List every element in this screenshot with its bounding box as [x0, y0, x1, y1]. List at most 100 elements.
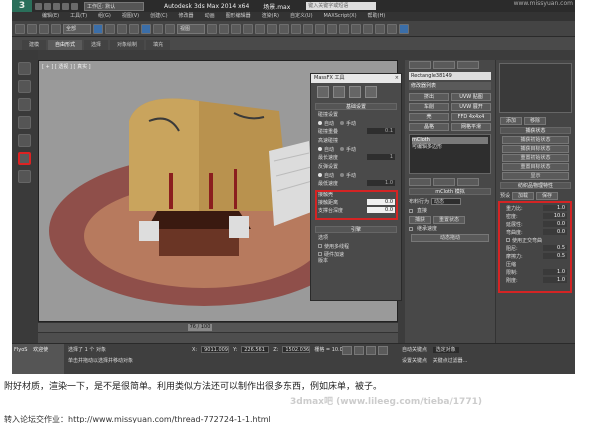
min-speed-spinner[interactable]: 1.0 [367, 180, 395, 186]
auto-key-button[interactable]: 自动关键点 选定对象 [402, 346, 459, 353]
ribbon-tab[interactable]: 选择 [84, 40, 109, 50]
remove-modifier-icon[interactable] [457, 177, 479, 186]
show-end-icon[interactable] [433, 177, 455, 186]
dynamic-drag-button[interactable]: 动态拖动 [411, 234, 489, 242]
menu-item[interactable]: 图形编辑器 [226, 12, 251, 21]
multithread-checkbox[interactable] [318, 244, 322, 248]
tab-display-icon[interactable] [365, 86, 377, 98]
constraint-icon[interactable] [18, 116, 31, 129]
new-file-icon[interactable] [35, 2, 42, 10]
ribbon-tab[interactable]: 对象绘制 [110, 40, 145, 50]
menu-item[interactable]: 修改器 [179, 12, 194, 21]
modifier-button[interactable]: UVW 展开 [451, 103, 491, 111]
capture-button[interactable]: 显示 [502, 172, 569, 180]
stack-item[interactable]: mCloth [412, 137, 488, 144]
auto2-radio[interactable] [318, 147, 322, 151]
redo-icon[interactable] [27, 23, 37, 34]
selection-filter-dropdown[interactable]: 全部 [63, 23, 91, 34]
time-slider[interactable]: 76 / 100 [188, 324, 212, 331]
manual2-radio[interactable] [340, 147, 345, 151]
x-field[interactable]: 9011.009 [201, 346, 230, 353]
manipulate-icon[interactable] [219, 23, 229, 34]
snap-icon[interactable] [231, 23, 241, 34]
maxscript-listener[interactable]: FlyoS 欢迎使 [12, 344, 64, 374]
save-file-icon[interactable] [53, 2, 60, 10]
capture-button[interactable]: 捕获初始状态 [502, 136, 569, 144]
tab-tools-icon[interactable] [349, 86, 361, 98]
unlink-icon[interactable] [51, 23, 61, 34]
capture-button[interactable]: 重置初始状态 [502, 154, 569, 162]
time-slider-bar[interactable]: 76 / 100 [38, 322, 398, 332]
z-field[interactable]: 1502.036 [282, 346, 311, 353]
menu-item[interactable]: 动画 [205, 12, 215, 21]
menu-item[interactable]: 渲染(R) [262, 12, 279, 21]
cloth-behavior-dropdown[interactable]: 动态 [431, 198, 462, 205]
prev-frame-icon[interactable] [354, 346, 364, 355]
menu-item[interactable]: 自定义(U) [290, 12, 313, 21]
open-file-icon[interactable] [44, 2, 51, 10]
auto3-radio[interactable] [318, 173, 322, 177]
stack-item[interactable]: 可编辑多边形 [412, 144, 488, 151]
undo-icon[interactable] [15, 23, 25, 34]
modifier-button[interactable]: 晶格 [409, 123, 449, 131]
menu-item[interactable]: MAXScript(X) [324, 12, 357, 21]
modifier-button[interactable]: 车削 [409, 103, 449, 111]
collision-overlap-spinner[interactable]: 0.1 [367, 128, 395, 134]
max-logo[interactable]: 3 [12, 0, 32, 12]
tab-world-icon[interactable] [317, 86, 329, 98]
physical-section[interactable]: 纺织品物理特性 [500, 182, 571, 189]
workspace-dropdown[interactable]: 工作区: 默认 [84, 1, 144, 11]
object-name-field[interactable]: Rectangle38149 [409, 72, 491, 80]
rect-selection-icon[interactable] [117, 23, 127, 34]
manual3-radio[interactable] [340, 173, 345, 177]
reference-coord-dropdown[interactable]: 视图 [177, 23, 205, 34]
modifier-button[interactable]: 挤出 [409, 93, 449, 101]
cloth-section[interactable]: mCloth 模拟 [409, 188, 491, 195]
set-key-button[interactable]: 设置关键点 [402, 358, 427, 364]
capture-state-button[interactable]: 捕获 [409, 215, 431, 224]
layer-icon[interactable] [315, 23, 325, 34]
curve-editor-icon[interactable] [339, 23, 349, 34]
menu-item[interactable]: 视图(V) [122, 12, 139, 21]
inherit-velocity-checkbox[interactable] [409, 226, 413, 231]
iterations-spinner[interactable]: 1 [367, 154, 395, 160]
add-button[interactable]: 添加 [500, 116, 522, 125]
engine-section[interactable]: 引擎 [315, 226, 397, 233]
window-crossing-icon[interactable] [129, 23, 139, 34]
ribbon-tab[interactable]: 自由形式 [48, 40, 83, 50]
menu-item[interactable]: 工具(T) [70, 12, 87, 21]
reset-state-button[interactable]: 重置状态 [433, 215, 465, 224]
massfx-tools-icon[interactable] [18, 152, 31, 165]
modifier-button[interactable]: 壳 [409, 113, 449, 121]
menu-item[interactable]: 编辑(E) [42, 12, 59, 21]
modifier-button[interactable]: UVW 贴图 [451, 93, 491, 101]
undo-icon[interactable] [62, 2, 69, 10]
modify-tab-icon[interactable] [433, 61, 455, 69]
rotate-icon[interactable] [153, 23, 163, 34]
play-icon[interactable] [366, 346, 376, 355]
scale-icon[interactable] [165, 23, 175, 34]
massfx-world-icon[interactable] [18, 62, 31, 75]
render-frame-icon[interactable] [387, 23, 397, 34]
massfx-title-bar[interactable]: MassFX 工具 × [311, 74, 401, 83]
align-icon[interactable] [303, 23, 313, 34]
capture-section[interactable]: 捕获状态 [500, 127, 571, 134]
ribbon-tab[interactable]: 建模 [22, 40, 47, 50]
menu-item[interactable]: 组(G) [98, 12, 111, 21]
direct-checkbox[interactable] [409, 208, 413, 213]
mirror-icon[interactable] [291, 23, 301, 34]
ribbon-toggle-icon[interactable] [327, 23, 337, 34]
hardware-accel-checkbox[interactable] [318, 252, 322, 256]
modifier-list-dropdown[interactable]: 修改器列表 [409, 82, 491, 90]
redo-icon[interactable] [71, 2, 78, 10]
preset-save-button[interactable]: 保存 [536, 191, 559, 200]
key-filters-button[interactable]: 关键点过滤器... [433, 358, 468, 364]
menu-item[interactable]: 帮助(H) [368, 12, 386, 21]
percent-snap-icon[interactable] [255, 23, 265, 34]
next-frame-icon[interactable] [378, 346, 388, 355]
y-field[interactable]: 226.561 [241, 346, 270, 353]
schematic-icon[interactable] [351, 23, 361, 34]
capture-button[interactable]: 捕获目标状态 [502, 145, 569, 153]
spinner-snap-icon[interactable] [267, 23, 277, 34]
ragdoll-icon[interactable] [18, 134, 31, 147]
